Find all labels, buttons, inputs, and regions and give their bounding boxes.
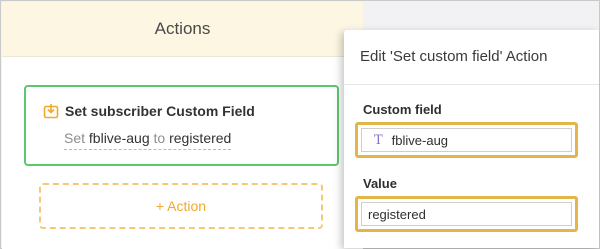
summary-field-name: fblive-aug xyxy=(88,130,150,146)
actions-header: Actions xyxy=(2,2,363,57)
add-action-label: + Action xyxy=(155,198,207,214)
divider xyxy=(344,84,599,85)
action-card-title-row: Set subscriber Custom Field xyxy=(43,103,255,119)
custom-field-value: fblive-aug xyxy=(391,132,449,148)
action-card-title: Set subscriber Custom Field xyxy=(65,103,255,119)
value-input-inner: registered xyxy=(361,202,572,226)
set-custom-field-action-card[interactable]: Set subscriber Custom Field Set fblive-a… xyxy=(24,85,339,166)
screenshot-frame: Actions Set subscriber Custom Field Set … xyxy=(0,0,600,249)
summary-connector: to xyxy=(153,130,166,146)
value-input-text: registered xyxy=(368,206,426,222)
download-icon xyxy=(43,103,59,119)
actions-panel: Actions Set subscriber Custom Field Set … xyxy=(2,2,363,249)
value-label: Value xyxy=(363,176,397,191)
edit-action-panel: Edit 'Set custom field' Action Custom fi… xyxy=(344,30,599,248)
custom-field-label: Custom field xyxy=(363,102,442,117)
actions-header-title: Actions xyxy=(154,19,211,38)
summary-value: registered xyxy=(169,130,232,146)
value-input[interactable]: registered xyxy=(355,196,578,232)
custom-field-select[interactable]: T fblive-aug xyxy=(355,122,578,158)
custom-field-select-inner: T fblive-aug xyxy=(361,128,572,152)
action-card-summary: Set fblive-aug to registered xyxy=(64,130,232,150)
add-action-button[interactable]: + Action xyxy=(39,183,323,229)
summary-prefix: Set xyxy=(64,130,86,146)
edit-panel-title: Edit 'Set custom field' Action xyxy=(360,48,548,65)
text-type-icon: T xyxy=(374,132,383,148)
